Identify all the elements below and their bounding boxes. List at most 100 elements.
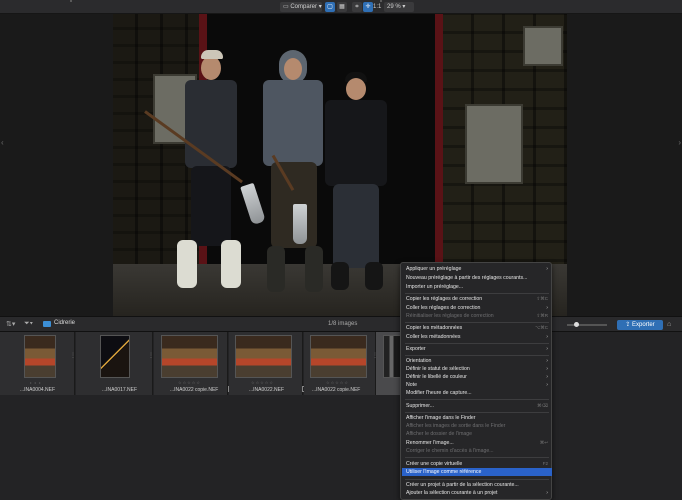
- menu-item-copy-metadata[interactable]: Copier les métadonnées ⌥⌘C: [402, 324, 552, 332]
- boot: [221, 240, 241, 288]
- thumbnail-cell[interactable]: ☆☆☆☆☆ ...INA0022 copie.NEF ⋮: [304, 332, 378, 395]
- thumbnail-image[interactable]: [161, 335, 218, 378]
- menu-item-new-preset[interactable]: Nouveau préréglage à partir des réglages…: [402, 274, 552, 282]
- image-viewer[interactable]: ‹ ›: [0, 14, 682, 316]
- menu-item-label: Nouveau préréglage à partir des réglages…: [406, 275, 528, 281]
- menu-item-add-to-project[interactable]: Ajouter la sélection courante à un proje…: [402, 489, 552, 497]
- menu-item-apply-preset[interactable]: Appliquer un préréglage ›: [402, 265, 552, 273]
- menu-item-rename-image[interactable]: Renommer l'image... ⌘↩: [402, 439, 552, 447]
- rating-stars[interactable]: ☆☆☆☆☆: [178, 380, 201, 385]
- export-label: Exporter: [632, 322, 655, 328]
- filter-icon[interactable]: ⏷▾: [24, 320, 33, 328]
- person-right: [317, 72, 395, 292]
- menu-item-create-project[interactable]: Créer un projet à partir de la sélection…: [402, 481, 552, 489]
- single-view-button[interactable]: ▢: [325, 2, 335, 12]
- thumbnail-cell[interactable]: ⋮ • • • ...INA0004.NEF: [0, 332, 76, 395]
- filmstrip: ⋮ • • • ...INA0004.NEF ⋮ ...INA0017.NEF …: [0, 332, 682, 500]
- person-head: [346, 78, 366, 100]
- thumbnail-image[interactable]: [24, 335, 56, 378]
- thumbnail-filename: ...INA0022 copie.NEF: [170, 387, 219, 393]
- folder-name[interactable]: Cidrerie: [54, 320, 75, 326]
- person-head: [201, 56, 221, 80]
- sort-icon[interactable]: ⇅▾: [6, 320, 15, 328]
- menu-item-label: Créer une copie virtuelle: [406, 461, 463, 467]
- boot: [177, 240, 197, 288]
- menu-item-show-image-folder[interactable]: Afficher le dossier de l'image: [402, 430, 552, 438]
- thumbnail-image[interactable]: [235, 335, 292, 378]
- menu-item-label: Afficher le dossier de l'image: [406, 431, 473, 437]
- menu-item-fix-image-path[interactable]: Corriger le chemin d'accès à l'image...: [402, 447, 552, 455]
- zoom-fit-button[interactable]: ✛: [363, 2, 373, 12]
- chevron-down-icon: ▾: [317, 4, 322, 10]
- menu-item-edit-capture-time[interactable]: Modifier l'heure de capture...: [402, 389, 552, 397]
- chevron-right-icon: ›: [546, 382, 548, 388]
- menu-item-use-as-reference[interactable]: Utiliser l'image comme référence: [402, 468, 552, 476]
- slider-knob[interactable]: [574, 322, 579, 327]
- menu-item-copy-adjustments[interactable]: Copier les réglages de correction ⇧⌘C: [402, 295, 552, 303]
- menu-separator: [405, 322, 549, 323]
- menu-item-show-output-in-finder[interactable]: Afficher les images de sortie dans le Fi…: [402, 422, 552, 430]
- multi-view-button[interactable]: ▦: [337, 2, 347, 12]
- toolbar-marker: [70, 0, 72, 2]
- menu-item-reset-adjustments[interactable]: Réinitialiser les réglages de correction…: [402, 312, 552, 320]
- thumbnail-filename: ...INA0004.NEF: [20, 387, 56, 393]
- menu-item-paste-adjustments[interactable]: Coller les réglages de correction ›: [402, 304, 552, 312]
- compare-dropdown[interactable]: ▭ Comparer ▾: [280, 2, 322, 12]
- zoom-dropdown[interactable]: 29 % ▾: [384, 2, 414, 12]
- chevron-right-icon: ›: [546, 366, 548, 372]
- thumbnail-cell[interactable]: ☆☆☆☆☆ ...INA0022 copie.NEF ▣: [154, 332, 234, 395]
- menu-item-create-virtual-copy[interactable]: Créer une copie virtuelle F2: [402, 460, 552, 468]
- shortcut: ⌘↩: [539, 440, 548, 445]
- menu-item-label: Réinitialiser les réglages de correction: [406, 313, 494, 319]
- crop-tool-button[interactable]: ⌗: [352, 2, 362, 12]
- ratio-label[interactable]: 1:1: [373, 2, 383, 12]
- menu-item-rating[interactable]: Note ›: [402, 381, 552, 389]
- rating-stars[interactable]: ☆☆☆☆☆: [251, 380, 274, 385]
- chevron-right-icon: ›: [546, 374, 548, 380]
- menu-item-label: Ajouter la sélection courante à un proje…: [406, 490, 498, 496]
- menu-item-import-preset[interactable]: Importer un préréglage...: [402, 283, 552, 291]
- menu-separator: [405, 355, 549, 356]
- shortcut: ⇧⌘C: [536, 296, 548, 301]
- menu-separator: [405, 343, 549, 344]
- menu-item-paste-metadata[interactable]: Coller les métadonnées ›: [402, 333, 552, 341]
- left-panel-toggle-icon[interactable]: ‹: [1, 138, 4, 147]
- thumbnail-cell[interactable]: ⋮ ...INA0017.NEF: [76, 332, 154, 395]
- thumbnail-cell[interactable]: ☆☆☆☆☆ ...INA0022.NEF 2: [229, 332, 308, 395]
- lock-icon[interactable]: ⌂: [667, 321, 671, 328]
- menu-item-label: Copier les métadonnées: [406, 325, 463, 331]
- menu-item-label: Corriger le chemin d'accès à l'image...: [406, 448, 494, 454]
- trousers: [191, 166, 231, 246]
- menu-item-show-in-finder[interactable]: Afficher l'image dans le Finder: [402, 414, 552, 422]
- boot: [267, 246, 285, 292]
- boot: [331, 262, 349, 290]
- right-panel-toggle-icon[interactable]: ›: [678, 138, 681, 147]
- menu-item-label: Coller les réglages de correction: [406, 305, 481, 311]
- image-count: 1/8 images: [328, 321, 358, 327]
- rating-stars[interactable]: • • •: [30, 380, 41, 385]
- menu-item-color-label[interactable]: Définir le libellé de couleur ›: [402, 373, 552, 381]
- menu-item-delete[interactable]: Supprimer... ⌘⌫: [402, 402, 552, 410]
- chevron-down-icon: ▾: [400, 4, 406, 10]
- app-window: ▭ Comparer ▾ ▢ ▦ ⌗ ✛ 1:1 29 % ▾ ‹ › ⇅▾ ⏷…: [0, 0, 682, 500]
- export-button[interactable]: ⇪ Exporter: [617, 320, 663, 330]
- shortcut: ⇧⌘R: [536, 313, 548, 318]
- menu-item-selection-status[interactable]: Définir le statut de sélection ›: [402, 365, 552, 373]
- thumbnail-image[interactable]: [100, 335, 130, 378]
- menu-item-label: Coller les métadonnées: [406, 334, 461, 340]
- menu-item-label: Modifier l'heure de capture...: [406, 390, 472, 396]
- menu-item-export[interactable]: Exporter ›: [402, 345, 552, 353]
- menu-item-label: Définir le statut de sélection: [406, 366, 470, 372]
- thumbnail-image[interactable]: [310, 335, 367, 378]
- menu-item-label: Note: [406, 382, 417, 388]
- shovel-blade: [293, 204, 307, 244]
- rating-stars[interactable]: ☆☆☆☆☆: [326, 380, 349, 385]
- menu-item-label: Afficher l'image dans le Finder: [406, 415, 476, 421]
- thumbnail-size-slider[interactable]: [567, 324, 607, 326]
- chevron-right-icon: ›: [546, 305, 548, 311]
- menu-item-orientation[interactable]: Orientation ›: [402, 357, 552, 365]
- menu-item-label: Supprimer...: [406, 403, 434, 409]
- cap: [201, 50, 223, 59]
- thumbnail-filename: ...INA0017.NEF: [102, 387, 138, 393]
- shortcut: ⌥⌘C: [535, 325, 548, 330]
